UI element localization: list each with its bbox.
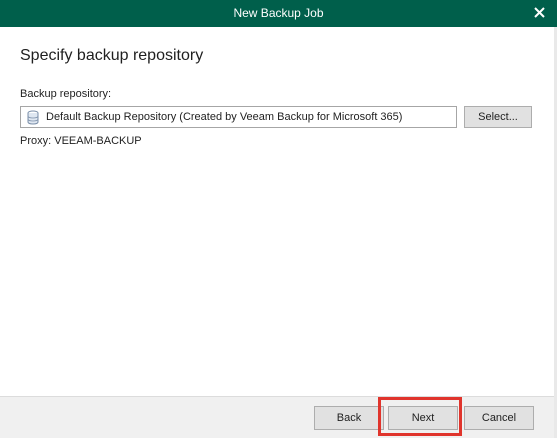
title-bar: New Backup Job — [0, 0, 557, 27]
backup-repository-field[interactable]: Default Backup Repository (Created by Ve… — [20, 106, 457, 128]
page-heading: Specify backup repository — [20, 47, 204, 64]
backup-repository-value: Default Backup Repository (Created by Ve… — [46, 111, 403, 123]
database-icon — [26, 109, 40, 125]
new-backup-job-dialog: New Backup Job Specify backup repository… — [0, 0, 557, 438]
window-title: New Backup Job — [233, 6, 324, 20]
close-button[interactable] — [521, 0, 557, 27]
backup-repository-label: Backup repository: — [20, 88, 112, 100]
next-button[interactable]: Next — [388, 406, 458, 430]
back-button[interactable]: Back — [314, 406, 384, 430]
close-icon — [533, 5, 545, 23]
select-repository-button[interactable]: Select... — [464, 106, 532, 128]
cancel-button[interactable]: Cancel — [464, 406, 534, 430]
proxy-info: Proxy: VEEAM-BACKUP — [20, 135, 142, 147]
